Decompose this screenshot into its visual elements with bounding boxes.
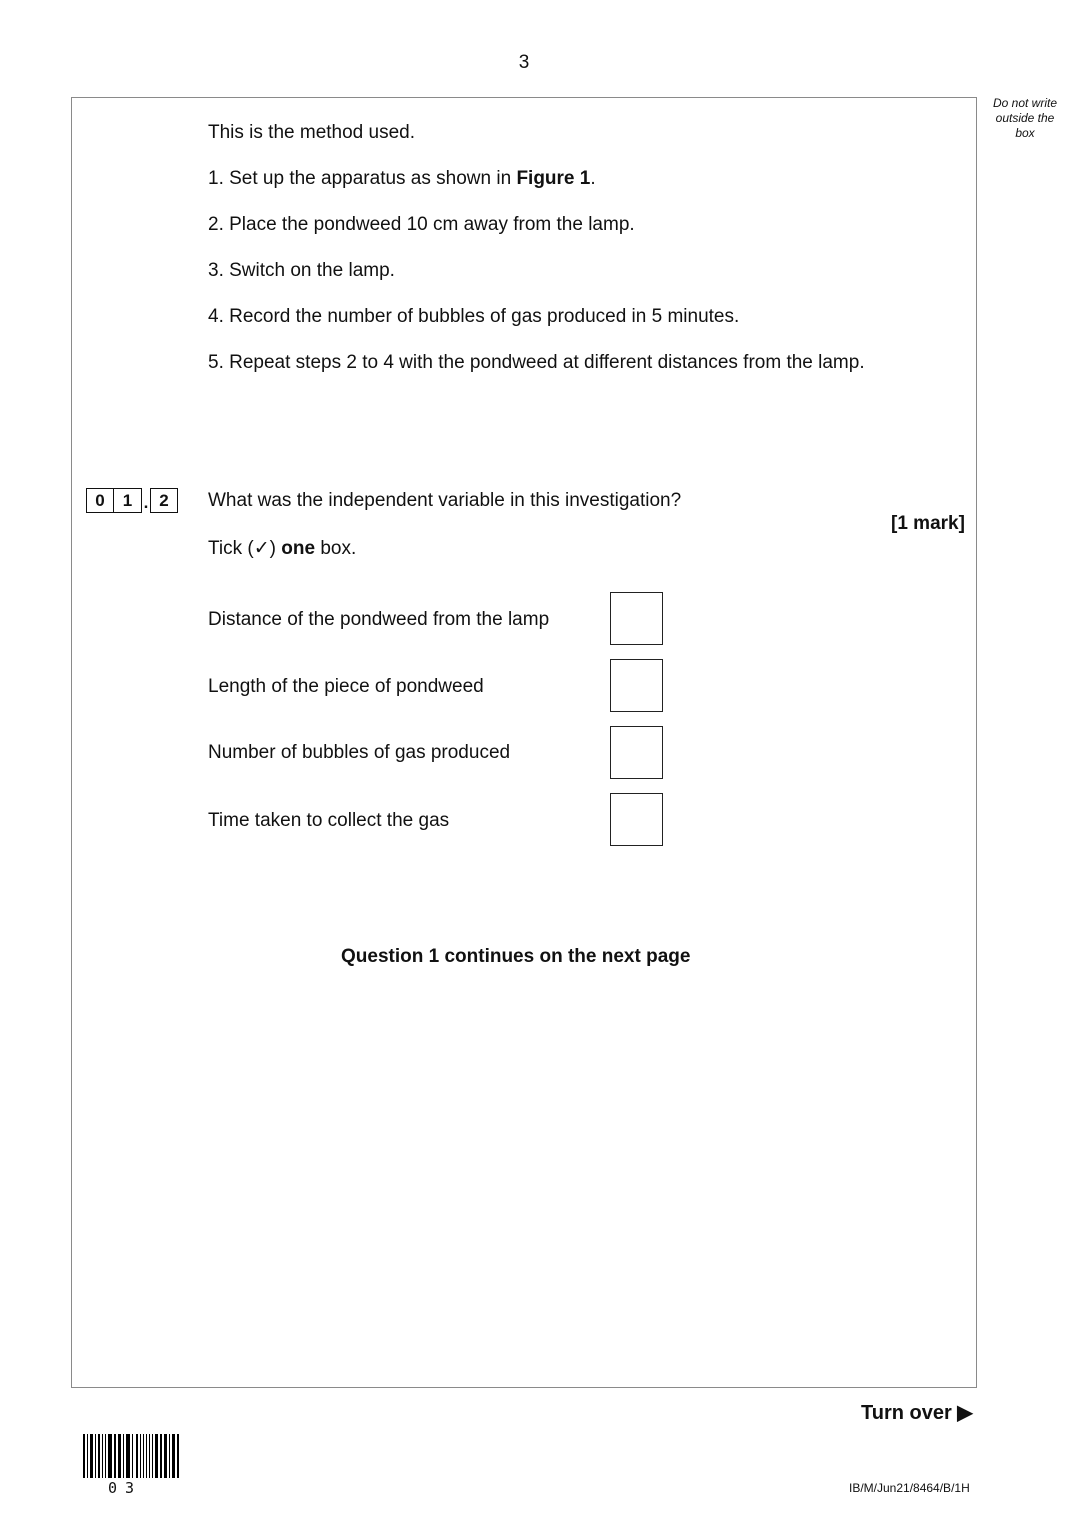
instruction-text-end: box. <box>315 538 357 559</box>
page-number: 3 <box>518 52 530 73</box>
method-step-3: 3. Switch on the lamp. <box>208 260 395 281</box>
method-step-4: 4. Record the number of bubbles of gas p… <box>208 306 740 327</box>
figure-reference: Figure 1 <box>516 168 591 189</box>
instruction-text: Tick (✓) <box>208 538 282 559</box>
answer-box-border <box>71 97 977 1388</box>
question-digit: 1 <box>114 488 142 513</box>
method-intro: This is the method used. <box>208 122 415 143</box>
question-separator: . <box>143 493 149 512</box>
step-text: 1. Set up the apparatus as shown in <box>208 168 517 189</box>
marks-label: [1 mark] <box>891 513 965 534</box>
option-checkbox-time[interactable] <box>610 793 663 846</box>
method-step-2: 2. Place the pondweed 10 cm away from th… <box>208 214 635 235</box>
turn-over-label: Turn over ▶ <box>861 1402 973 1424</box>
question-sub-number: 2 <box>150 488 178 513</box>
step-text-end: . <box>590 168 596 189</box>
tick-instruction: Tick (✓) one box. <box>208 537 356 560</box>
option-label: Number of bubbles of gas produced <box>208 742 511 763</box>
question-digit: 0 <box>86 488 114 513</box>
option-label: Distance of the pondweed from the lamp <box>208 609 550 630</box>
method-step-1: 1. Set up the apparatus as shown in Figu… <box>208 168 596 190</box>
option-checkbox-bubbles[interactable] <box>610 726 663 779</box>
question-text: What was the independent variable in thi… <box>208 490 682 511</box>
instruction-emphasis: one <box>281 538 316 559</box>
margin-note: Do not write outside the box <box>992 96 1058 140</box>
option-checkbox-length[interactable] <box>610 659 663 712</box>
continues-note: Question 1 continues on the next page <box>341 946 691 967</box>
barcode-number: 03 <box>108 1479 143 1497</box>
paper-code: IB/M/Jun21/8464/B/1H <box>849 1481 970 1495</box>
method-step-5: 5. Repeat steps 2 to 4 with the pondweed… <box>208 352 865 373</box>
option-checkbox-distance[interactable] <box>610 592 663 645</box>
option-label: Time taken to collect the gas <box>208 810 450 831</box>
barcode-icon <box>83 1434 179 1478</box>
question-number: 0 1 . 2 <box>86 488 178 513</box>
option-label: Length of the piece of pondweed <box>208 676 484 697</box>
